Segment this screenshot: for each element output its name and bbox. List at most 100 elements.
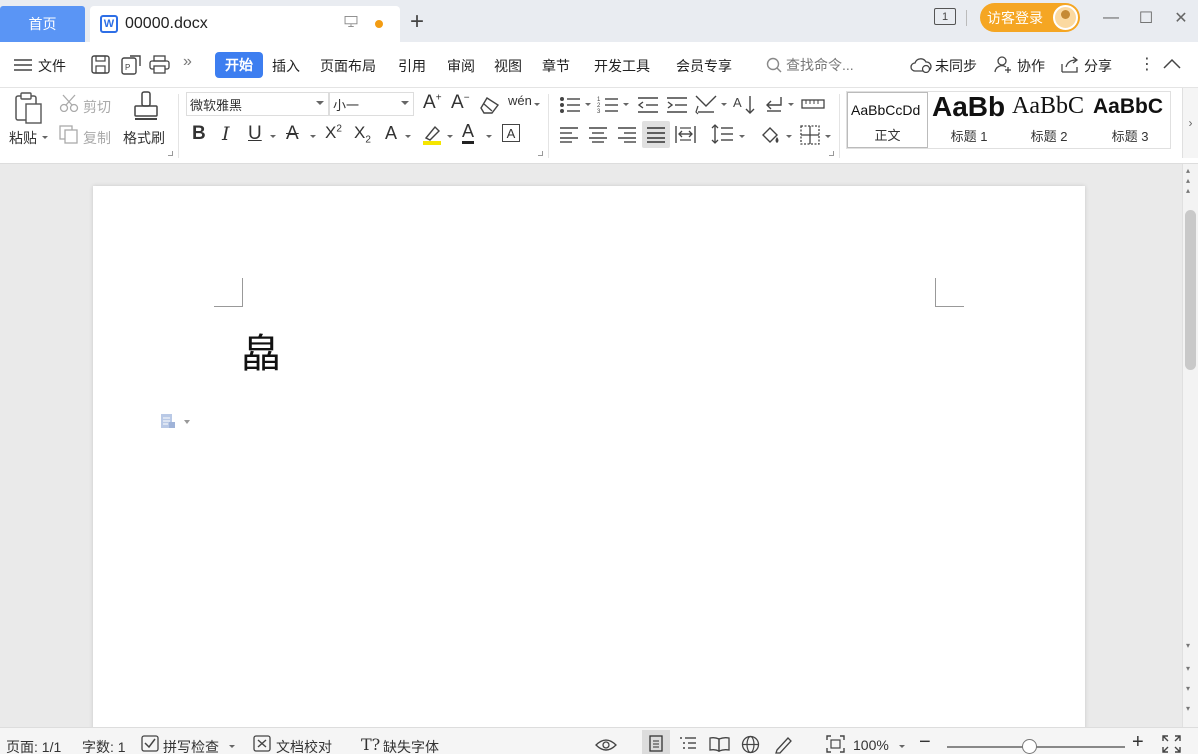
scroll-down-icon[interactable]: ▾ bbox=[1186, 684, 1190, 693]
sort-icon[interactable]: A bbox=[733, 94, 755, 115]
zoom-in-button[interactable]: + bbox=[1132, 731, 1144, 754]
fullscreen-icon[interactable] bbox=[1162, 735, 1181, 753]
decrease-indent-icon[interactable] bbox=[637, 96, 659, 114]
document-page[interactable]: 皛 bbox=[93, 186, 1085, 746]
vertical-scrollbar[interactable]: ▴ ▴ ▴ ▾ ▾ ▾ ▾ bbox=[1182, 164, 1198, 727]
italic-icon[interactable]: I bbox=[222, 123, 230, 145]
tab-member[interactable]: 会员专享 bbox=[676, 56, 732, 76]
numbered-list-icon[interactable]: 123 bbox=[597, 95, 619, 114]
chevron-down-icon[interactable] bbox=[486, 135, 492, 138]
chevron-down-icon[interactable] bbox=[405, 135, 411, 138]
spell-check-button[interactable]: 拼写检查 bbox=[163, 737, 219, 754]
tab-home-ribbon[interactable]: 开始 bbox=[215, 52, 263, 78]
more-vertical-icon[interactable]: ⋮ bbox=[1139, 54, 1155, 74]
write-mode-icon[interactable] bbox=[774, 735, 794, 754]
tab-review[interactable]: 审阅 bbox=[447, 56, 475, 76]
align-left-icon[interactable] bbox=[559, 126, 579, 143]
scroll-up-icon[interactable]: ▴ bbox=[1186, 176, 1190, 185]
document-workspace[interactable]: 皛 bbox=[0, 164, 1182, 746]
align-right-icon[interactable] bbox=[617, 126, 637, 143]
clear-format-icon[interactable] bbox=[480, 96, 500, 114]
menu-file[interactable]: 文件 bbox=[38, 56, 66, 76]
close-button[interactable]: ✕ bbox=[1167, 4, 1195, 32]
text-effect-icon[interactable]: A bbox=[385, 123, 397, 144]
bold-icon[interactable]: B bbox=[192, 123, 206, 145]
style-heading-2[interactable]: AaBbC 标题 2 bbox=[1009, 92, 1089, 148]
tab-developer[interactable]: 开发工具 bbox=[594, 56, 650, 76]
hamburger-icon[interactable] bbox=[14, 58, 32, 72]
format-painter-icon[interactable] bbox=[133, 91, 159, 125]
guest-login-button[interactable]: 访客登录 bbox=[980, 3, 1080, 32]
character-border-icon[interactable]: A bbox=[502, 124, 520, 142]
tab-section[interactable]: 章节 bbox=[542, 56, 570, 76]
chevron-down-icon[interactable] bbox=[42, 136, 48, 139]
chinese-layout-icon[interactable] bbox=[694, 94, 718, 115]
reading-view-icon[interactable] bbox=[709, 736, 730, 752]
cut-button[interactable]: 剪切 bbox=[83, 97, 111, 117]
chevron-down-icon[interactable] bbox=[739, 135, 745, 138]
tab-insert[interactable]: 插入 bbox=[272, 56, 300, 76]
highlight-icon[interactable] bbox=[422, 124, 442, 146]
pinyin-guide-icon[interactable]: wén bbox=[508, 93, 532, 108]
share-icon[interactable] bbox=[1061, 56, 1080, 73]
window-count-icon[interactable]: 1 bbox=[934, 8, 956, 25]
minimize-button[interactable]: — bbox=[1097, 4, 1125, 32]
font-color-icon[interactable]: A bbox=[462, 122, 475, 144]
cloud-sync-icon[interactable] bbox=[910, 57, 932, 73]
underline-icon[interactable]: U bbox=[248, 123, 262, 145]
chevron-down-icon[interactable] bbox=[310, 135, 316, 138]
bullet-list-icon[interactable] bbox=[559, 96, 581, 114]
doc-proof-icon[interactable] bbox=[253, 735, 271, 752]
chevron-down-icon[interactable] bbox=[534, 103, 540, 106]
tab-home[interactable]: 首页 bbox=[0, 6, 85, 42]
chevron-down-icon[interactable] bbox=[721, 103, 727, 106]
tab-references[interactable]: 引用 bbox=[398, 56, 426, 76]
scroll-down-icon[interactable]: ▾ bbox=[1186, 664, 1190, 673]
scroll-down-icon[interactable]: ▾ bbox=[1186, 641, 1190, 650]
eye-protection-icon[interactable] bbox=[595, 736, 617, 752]
collapse-ribbon-icon[interactable] bbox=[1163, 58, 1181, 69]
print-icon[interactable] bbox=[149, 55, 170, 74]
chevron-down-icon[interactable] bbox=[825, 135, 831, 138]
paste-button[interactable]: 粘贴 bbox=[9, 128, 37, 148]
decrease-font-icon[interactable]: A− bbox=[451, 92, 470, 114]
increase-indent-icon[interactable] bbox=[666, 96, 688, 114]
style-normal[interactable]: AaBbCcDd 正文 bbox=[847, 92, 928, 148]
web-view-icon[interactable] bbox=[741, 735, 760, 754]
show-paragraph-marks-icon[interactable] bbox=[764, 95, 786, 115]
ribbon-scroll-right[interactable]: › bbox=[1182, 88, 1198, 158]
border-icon[interactable] bbox=[800, 125, 820, 145]
scroll-down-icon[interactable]: ▾ bbox=[1186, 704, 1190, 713]
line-spacing-icon[interactable] bbox=[710, 124, 734, 144]
paragraph-handle-icon[interactable] bbox=[160, 413, 176, 429]
command-search[interactable]: 查找命令... bbox=[766, 55, 854, 75]
chevron-down-icon[interactable] bbox=[229, 745, 235, 748]
chevron-down-icon[interactable] bbox=[786, 135, 792, 138]
copy-button[interactable]: 复制 bbox=[83, 128, 111, 148]
monitor-icon[interactable] bbox=[344, 16, 358, 27]
outline-view-icon[interactable] bbox=[679, 736, 697, 751]
font-dialog-launcher[interactable] bbox=[538, 151, 543, 156]
tab-page-layout[interactable]: 页面布局 bbox=[320, 56, 376, 76]
paragraph-dialog-launcher[interactable] bbox=[829, 151, 834, 156]
style-heading-1[interactable]: AaBb 标题 1 bbox=[929, 92, 1009, 148]
chevron-down-icon[interactable] bbox=[184, 420, 190, 424]
zoom-slider-handle[interactable] bbox=[1021, 739, 1037, 754]
missing-font-icon[interactable]: T? bbox=[361, 735, 380, 754]
collaborate-button[interactable]: 协作 bbox=[1017, 56, 1045, 76]
word-count[interactable]: 字数: 1 bbox=[82, 737, 126, 754]
new-tab-button[interactable]: + bbox=[410, 8, 424, 36]
distributed-align-icon[interactable] bbox=[675, 125, 696, 144]
increase-font-icon[interactable]: A+ bbox=[423, 92, 442, 114]
copy-icon[interactable] bbox=[59, 125, 79, 144]
page-view-button[interactable] bbox=[642, 730, 670, 754]
ruler-icon[interactable] bbox=[801, 97, 825, 111]
font-size-select[interactable]: 小一 bbox=[329, 92, 414, 116]
spell-check-icon[interactable] bbox=[141, 735, 159, 752]
chevron-down-icon[interactable] bbox=[447, 135, 453, 138]
subscript-icon[interactable]: X2 bbox=[354, 123, 371, 145]
collaborate-icon[interactable] bbox=[994, 56, 1012, 73]
scrollbar-thumb[interactable] bbox=[1185, 210, 1196, 370]
font-name-select[interactable]: 微软雅黑 bbox=[186, 92, 329, 116]
missing-font-button[interactable]: 缺失字体 bbox=[383, 737, 439, 754]
